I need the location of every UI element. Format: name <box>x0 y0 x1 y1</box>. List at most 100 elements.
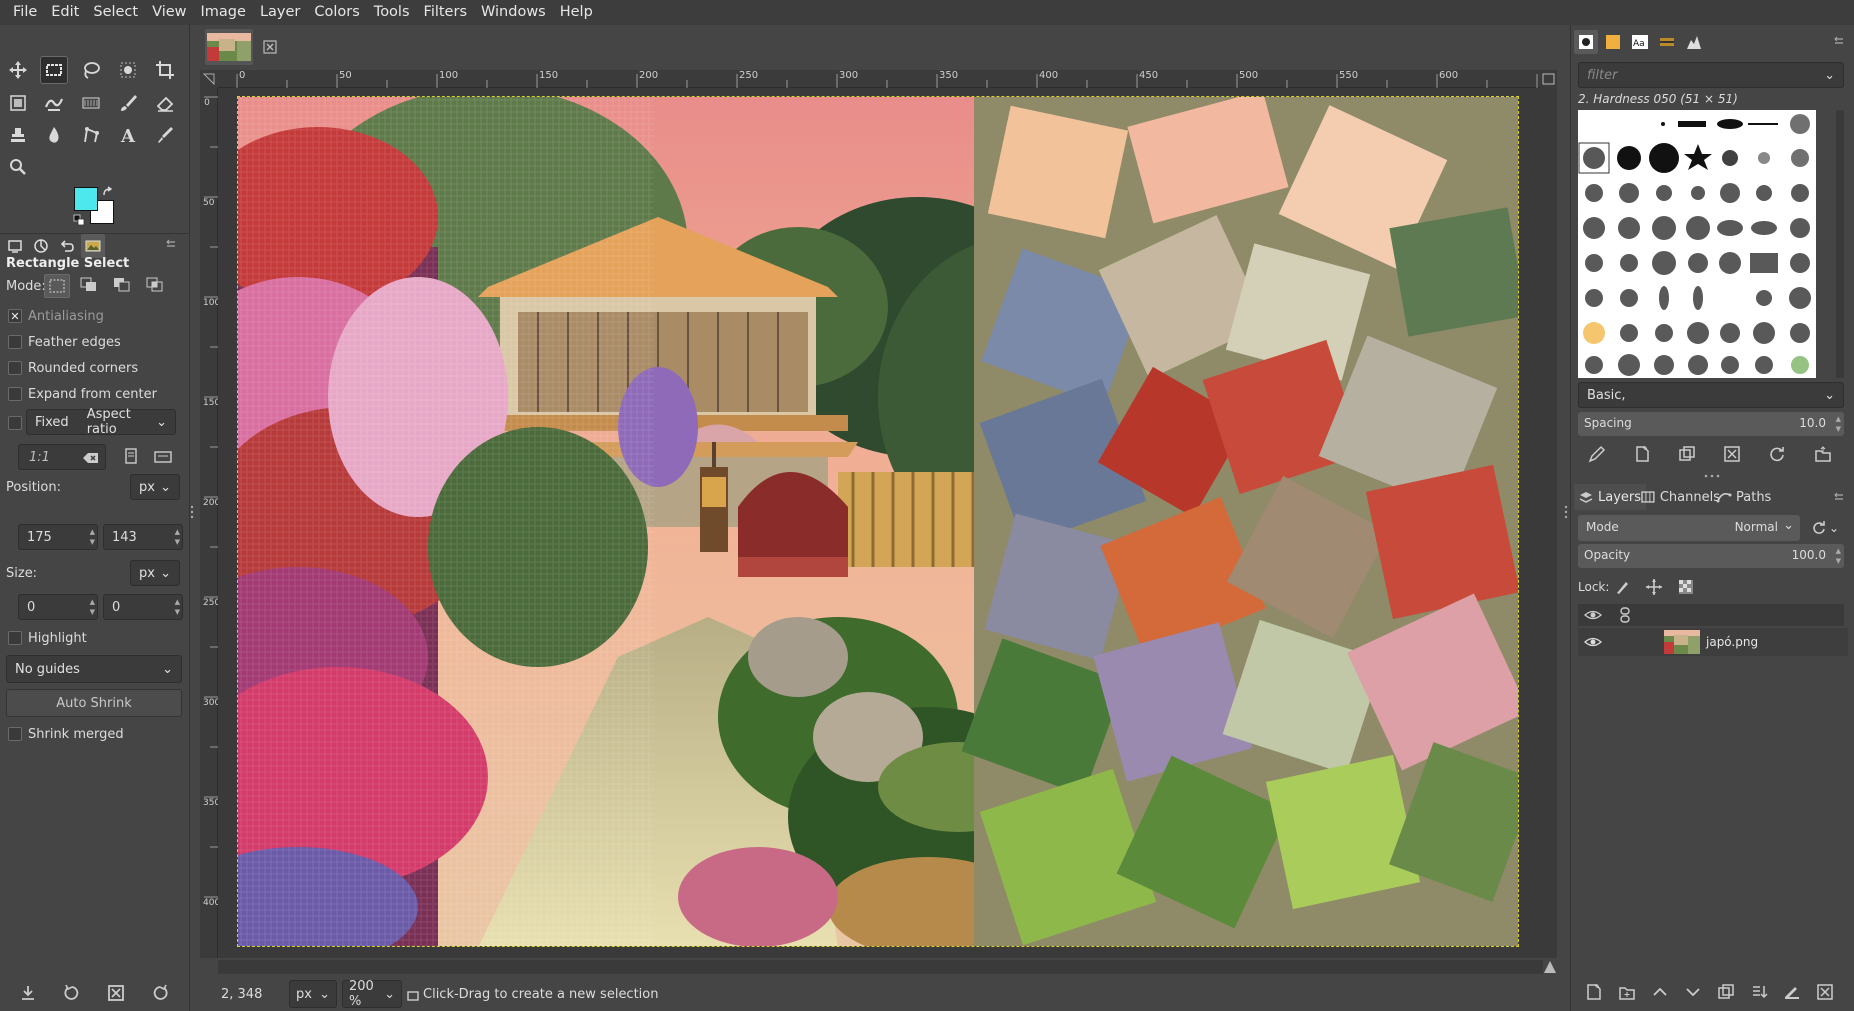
menu-tools[interactable]: Tools <box>367 0 417 25</box>
zoom-tool-icon[interactable] <box>4 153 32 181</box>
save-tool-preset-icon[interactable] <box>18 983 38 1003</box>
mode-intersect-button[interactable] <box>143 274 169 298</box>
open-brush-as-image-icon[interactable] <box>1814 445 1832 463</box>
spin-arrows-icon[interactable]: ▲ ▼ <box>175 597 180 617</box>
highlight-checkbox[interactable] <box>8 631 22 645</box>
warp-tool-icon[interactable] <box>40 89 68 117</box>
raise-layer-icon[interactable] <box>1651 983 1669 1001</box>
new-layer-icon[interactable] <box>1585 983 1603 1001</box>
tab-gradients[interactable] <box>1655 30 1679 54</box>
menu-view[interactable]: View <box>145 0 193 25</box>
default-colors-icon[interactable] <box>73 214 85 226</box>
tab-histogram[interactable] <box>1682 30 1706 54</box>
close-image-tab-icon[interactable] <box>263 40 277 54</box>
fixed-dropdown[interactable]: Fixed Aspect ratio ⌄ <box>26 407 176 437</box>
layer-row[interactable]: japó.png <box>1578 628 1848 656</box>
clear-entry-icon[interactable] <box>83 452 99 464</box>
brush-preset-dropdown[interactable]: Basic, ⌄ <box>1578 382 1844 408</box>
dock-resize-handle[interactable] <box>190 505 194 519</box>
unit-dropdown[interactable]: px ⌄ <box>289 980 337 1008</box>
tab-images[interactable] <box>81 234 105 258</box>
layer-opacity-slider[interactable]: Opacity 100.0 ▲ ▼ <box>1578 544 1844 568</box>
configure-tab-icon[interactable] <box>165 238 177 250</box>
refresh-brushes-icon[interactable] <box>1768 445 1786 463</box>
shrink-merged-checkbox[interactable] <box>8 727 22 741</box>
auto-shrink-button[interactable]: Auto Shrink <box>6 689 182 717</box>
layer-composite-button[interactable]: ⌄ <box>1806 515 1844 541</box>
size-unit-dropdown[interactable]: px ⌄ <box>130 560 180 586</box>
delete-tool-preset-icon[interactable] <box>106 983 126 1003</box>
eraser-tool-icon[interactable] <box>151 89 179 117</box>
configure-tab-icon[interactable] <box>1833 35 1845 47</box>
dock-separator-handle[interactable] <box>1702 473 1722 479</box>
ratio-entry[interactable]: 1:1 <box>18 444 106 470</box>
spin-arrows-icon[interactable]: ▲ ▼ <box>90 597 95 617</box>
brush-filter-input[interactable]: filter ⌄ <box>1578 62 1844 88</box>
text-tool-icon[interactable]: A <box>114 121 142 149</box>
landscape-button[interactable] <box>150 444 176 470</box>
spin-arrows-icon[interactable]: ▲ ▼ <box>1836 546 1841 566</box>
spin-arrows-icon[interactable]: ▲ ▼ <box>90 527 95 547</box>
size-w-input[interactable]: 0 ▲ ▼ <box>18 594 98 620</box>
foreground-color-swatch[interactable] <box>74 187 98 211</box>
lock-alpha-icon[interactable] <box>1677 578 1695 596</box>
foreground-background-colors[interactable] <box>72 184 118 226</box>
duplicate-layer-icon[interactable] <box>1717 983 1735 1001</box>
guides-dropdown[interactable]: No guides ⌄ <box>6 655 182 683</box>
position-x-input[interactable]: 175 ▲ ▼ <box>18 524 98 550</box>
horizontal-scrollbar[interactable] <box>218 960 1543 974</box>
move-tool-icon[interactable] <box>4 56 32 84</box>
crop-tool-icon[interactable] <box>151 56 179 84</box>
brush-grid[interactable] <box>1578 110 1816 378</box>
reset-tool-options-icon[interactable] <box>150 983 170 1003</box>
menu-select[interactable]: Select <box>86 0 145 25</box>
menu-edit[interactable]: Edit <box>44 0 86 25</box>
merge-down-icon[interactable] <box>1750 983 1768 1001</box>
tab-undo-history[interactable] <box>55 234 79 258</box>
rounded-corners-checkbox[interactable] <box>8 361 22 375</box>
clone-tool-icon[interactable] <box>4 121 32 149</box>
edit-brush-icon[interactable] <box>1588 445 1606 463</box>
spin-arrows-icon[interactable]: ▲ ▼ <box>1836 414 1841 434</box>
mode-replace-button[interactable] <box>44 274 70 298</box>
spin-arrows-icon[interactable]: ▲ ▼ <box>175 527 180 547</box>
layer-name[interactable]: japó.png <box>1706 635 1758 649</box>
tab-paths[interactable]: Paths <box>1716 484 1776 510</box>
brush-grid-scrollbar[interactable] <box>1836 110 1844 378</box>
unified-transform-tool-icon[interactable] <box>4 89 32 117</box>
menu-image[interactable]: Image <box>194 0 253 25</box>
zoom-dropdown[interactable]: 200 % ⌄ <box>342 979 402 1009</box>
duplicate-brush-icon[interactable] <box>1678 445 1696 463</box>
vertical-scrollbar[interactable] <box>1543 88 1557 958</box>
tab-device-status[interactable] <box>29 234 53 258</box>
vertical-ruler[interactable]: 0 50 100 150 200 250 300 350 400 <box>200 88 220 958</box>
foreground-select-tool-icon[interactable] <box>114 56 142 84</box>
position-unit-dropdown[interactable]: px ⌄ <box>130 474 180 500</box>
add-mask-icon[interactable] <box>1783 983 1801 1001</box>
portrait-button[interactable] <box>118 444 144 470</box>
dock-resize-handle[interactable] <box>1564 505 1568 519</box>
mode-subtract-button[interactable] <box>110 274 136 298</box>
new-brush-icon[interactable] <box>1633 445 1651 463</box>
ruler-corner-button[interactable] <box>200 70 218 88</box>
new-layer-group-icon[interactable] <box>1618 983 1636 1001</box>
smudge-tool-icon[interactable] <box>40 121 68 149</box>
tab-tool-options[interactable] <box>3 234 27 258</box>
gradient-tool-icon[interactable] <box>77 89 105 117</box>
tab-fonts[interactable]: Aa <box>1628 30 1652 54</box>
lock-position-icon[interactable] <box>1645 578 1663 596</box>
restore-tool-preset-icon[interactable] <box>62 983 82 1003</box>
image-canvas[interactable] <box>237 96 1519 947</box>
paths-tool-icon[interactable] <box>77 121 105 149</box>
position-y-input[interactable]: 143 ▲ ▼ <box>103 524 183 550</box>
tab-brushes[interactable] <box>1574 30 1598 54</box>
lock-pixels-icon[interactable] <box>1614 578 1632 596</box>
menu-help[interactable]: Help <box>553 0 600 25</box>
menu-colors[interactable]: Colors <box>307 0 366 25</box>
delete-layer-icon[interactable] <box>1816 983 1834 1001</box>
visibility-eye-icon[interactable] <box>1584 635 1602 649</box>
rect-select-tool-icon[interactable] <box>40 56 68 84</box>
tab-channels[interactable]: Channels <box>1640 484 1720 510</box>
tab-layers[interactable]: Layers <box>1574 484 1646 510</box>
swap-colors-icon[interactable] <box>102 186 114 198</box>
